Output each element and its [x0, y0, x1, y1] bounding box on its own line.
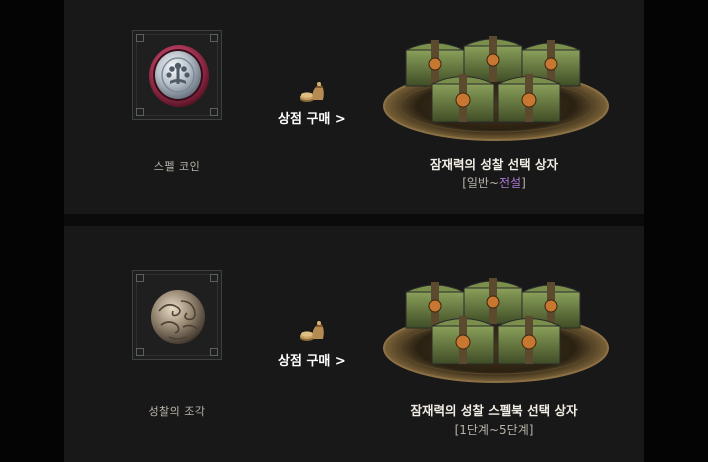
- grade-legendary-label: 전설: [499, 176, 522, 190]
- item-name-spell-coin: 스펠 코인: [153, 160, 201, 173]
- item-slot-spell-coin: [132, 30, 222, 120]
- left-backdrop: [0, 0, 64, 462]
- reward-name-spellbook-box: 잠재력의 성찰 스펠북 선택 상자: [410, 403, 578, 418]
- grade-range-close: ]: [521, 176, 526, 190]
- reward-tier-range: [1단계~5단계]: [454, 423, 534, 437]
- reward-name-potential-reflection-box: 잠재력의 성찰 선택 상자: [429, 157, 559, 172]
- reward-grade-range: [일반~전설]: [364, 174, 624, 191]
- right-backdrop: [644, 0, 708, 462]
- coin-pouch-icon: [300, 82, 324, 102]
- reflection-fragment-icon: [151, 290, 205, 344]
- grade-range-open: [일반~: [462, 176, 500, 190]
- shop-purchase-link[interactable]: 상점 구매 >: [278, 108, 346, 127]
- treasure-chests-icon: [383, 278, 609, 383]
- exchange-panel-spell-coin: 스펠 코인 상점 구매 > 잠재력의 성찰 선택 상자 [일반~전설]: [64, 0, 644, 214]
- spell-coin-icon: [149, 45, 209, 107]
- treasure-chests-icon: [383, 36, 609, 141]
- exchange-panel-reflection-fragment: 성찰의 조각 상점 구매 > 잠재력의 성찰 스펠북 선택 상자 [1단계~5단…: [64, 226, 644, 462]
- item-slot-reflection-fragment: [132, 270, 222, 360]
- item-name-reflection-fragment: 성찰의 조각: [148, 405, 206, 418]
- coin-pouch-icon: [300, 321, 324, 341]
- shop-purchase-link[interactable]: 상점 구매 >: [278, 350, 346, 369]
